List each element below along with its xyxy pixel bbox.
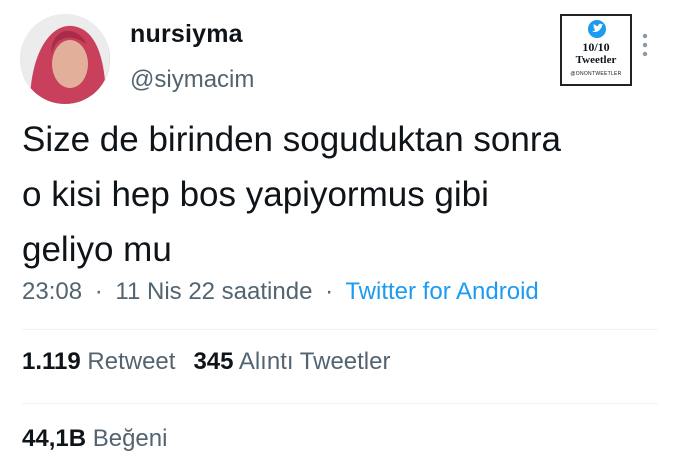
tweet-text: Size de birinden soguduktan sonra o kisi… [22,120,561,269]
watermark-stamp: 10/10 Tweetler @ONONTWEETLER [560,14,632,86]
meta-separator: · [325,278,334,305]
like-count: 44,1B [22,425,87,452]
retweets-link[interactable]: 1.119 Retweet [22,348,175,375]
avatar-image [20,14,110,104]
likes-link[interactable]: 44,1B Beğeni [22,425,167,453]
stamp-label: Tweetler [575,54,617,66]
tweet-date[interactable]: 11 Nis 22 saatinde [115,278,312,305]
quotes-link[interactable]: 345 Alıntı Tweetler [193,348,390,375]
more-icon[interactable] [640,32,650,58]
quote-count: 345 [193,348,234,375]
divider [22,403,658,404]
tweet-time[interactable]: 23:08 [22,278,82,305]
retweet-label: Retweet [87,348,176,375]
like-label: Beğeni [92,425,168,452]
meta-separator: · [94,278,103,305]
retweet-count: 1.119 [22,348,81,375]
avatar[interactable] [20,14,110,104]
divider [22,329,658,330]
stamp-small-text: @ONONTWEETLER [570,71,622,77]
user-handle[interactable]: @siymacim [130,66,254,94]
quote-label: Alıntı Tweetler [238,348,391,375]
tweet-source-link[interactable]: Twitter for Android [345,278,538,305]
stamp-rating: 10/10 [582,40,610,54]
tweet-meta: 23:08 · 11 Nis 22 saatinde · Twitter for… [22,278,539,306]
engagement-stats: 1.119 Retweet 345 Alıntı Tweetler [22,348,390,376]
twitter-bird-icon [588,20,606,38]
display-name[interactable]: nursiyma [130,20,243,49]
